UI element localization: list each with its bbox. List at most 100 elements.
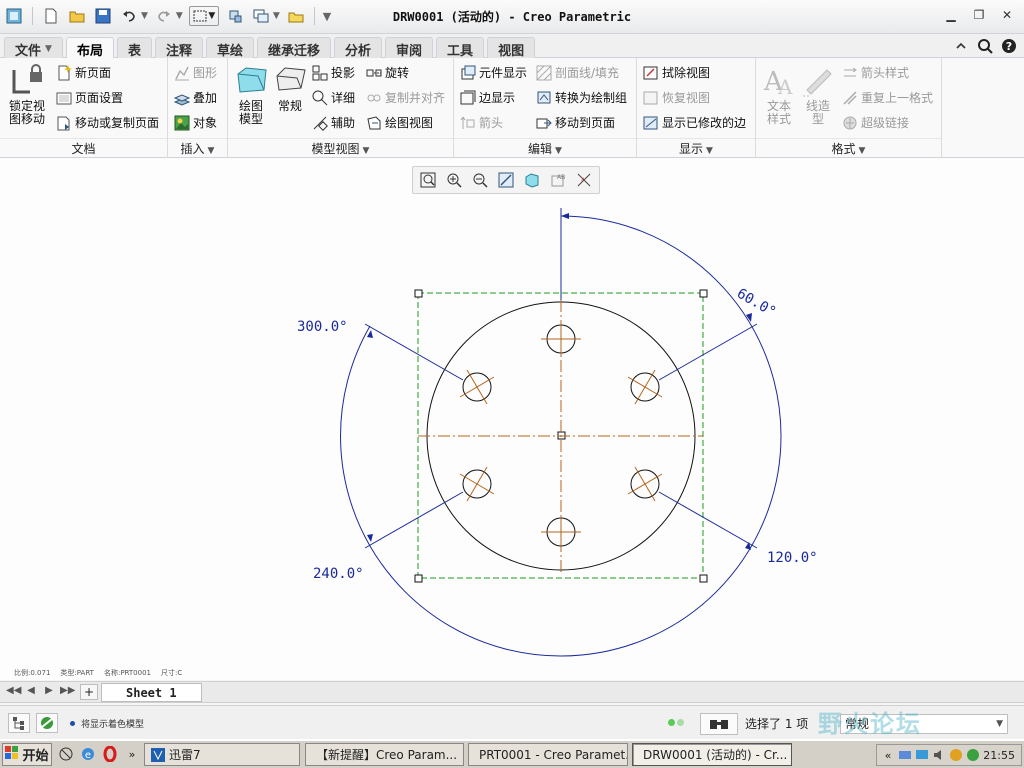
window-title: DRW0001 (活动的) - Creo Parametric	[392, 10, 632, 24]
next-sheet-icon[interactable]: ▶	[42, 685, 56, 696]
move-to-page-button[interactable]: 移动到页面	[536, 114, 615, 131]
dimension-240[interactable]: 240.0°	[313, 566, 364, 582]
update-icon[interactable]	[966, 748, 980, 762]
volume-icon[interactable]	[932, 748, 946, 762]
hyperlink-button[interactable]: 超级链接	[842, 114, 909, 131]
security-icon[interactable]	[949, 748, 963, 762]
text-style-button[interactable]: AA 文本 样式	[760, 64, 798, 126]
opera-icon[interactable]	[101, 745, 119, 763]
xhatch-button[interactable]: 剖面线/填充	[536, 64, 619, 81]
dimension-300[interactable]: 300.0°	[297, 319, 348, 335]
group-label-document: 文档	[0, 138, 167, 156]
network-icon[interactable]	[898, 748, 912, 762]
line-style-button[interactable]: 线造 型	[800, 64, 836, 126]
sheet-tab-1[interactable]: Sheet 1	[101, 683, 202, 702]
rotate-label: 旋转	[385, 66, 410, 80]
object-button[interactable]: 对象	[174, 114, 217, 131]
tab-tools[interactable]: 工具	[436, 37, 485, 59]
graph-button[interactable]: 图形	[174, 64, 217, 81]
tab-analysis[interactable]: 分析	[334, 37, 383, 59]
move-to-page-label: 移动到页面	[555, 116, 616, 130]
detail-button[interactable]: 详细	[312, 89, 355, 106]
dimension-60[interactable]: 60.0°	[734, 286, 779, 321]
general-view-label: 常规	[277, 99, 302, 113]
copy-align-button[interactable]: 复制并对齐	[366, 89, 445, 106]
repeat-format-button[interactable]: 重复上一格式	[842, 89, 933, 106]
group-label-format[interactable]: 格式 ▼	[756, 138, 941, 156]
minimize-icon[interactable]: ▁	[940, 6, 962, 24]
show-modified-edges-button[interactable]: 显示已修改的边	[643, 114, 746, 131]
prev-sheet-icon[interactable]: ◀	[24, 685, 38, 696]
group-label-edit[interactable]: 编辑 ▼	[454, 138, 636, 156]
edge-display-button[interactable]: 边显示	[460, 89, 515, 106]
ie-icon[interactable]: e	[79, 745, 97, 763]
projection-button[interactable]: 投影	[312, 64, 355, 81]
restore-icon[interactable]: ❐	[968, 6, 990, 24]
first-sheet-icon[interactable]: ◀◀	[6, 685, 21, 696]
browser-icon[interactable]	[36, 713, 58, 733]
tab-table[interactable]: 表	[116, 37, 152, 59]
group-label-display[interactable]: 显示 ▼	[637, 138, 755, 156]
model-tree-icon[interactable]	[8, 713, 30, 733]
tab-view[interactable]: 视图	[487, 37, 536, 59]
handle[interactable]	[414, 289, 423, 298]
tab-review[interactable]: 审阅	[385, 37, 434, 59]
start-button[interactable]: 开始	[2, 743, 52, 766]
name-text: 名称:PRT0001	[103, 669, 151, 677]
taskbar-item-label: 迅雷7	[169, 748, 201, 762]
tab-sketch[interactable]: 草绘	[205, 37, 254, 59]
taskbar-item-drw0001[interactable]: DRW0001 (活动的) - Cr...	[632, 743, 792, 766]
drawing-sheet[interactable]: 300.0° 60.0° 240.0° 120.0°	[0, 158, 1024, 668]
rotate-button[interactable]: 旋转	[366, 64, 409, 81]
taskbar-item-prt0001[interactable]: PRT0001 - Creo Paramet...	[468, 743, 628, 766]
tab-layout[interactable]: 布局	[65, 37, 114, 59]
new-page-button[interactable]: 新页面	[56, 64, 111, 81]
chevron-down-icon: ▼	[706, 146, 713, 156]
component-display-button[interactable]: 元件显示	[460, 64, 527, 81]
overlay-button[interactable]: 叠加	[174, 89, 217, 106]
hyperlink-label: 超级链接	[861, 116, 910, 130]
group-label-insert[interactable]: 插入 ▼	[168, 138, 227, 156]
page-setup-button[interactable]: 页面设置	[56, 89, 123, 106]
add-sheet-button[interactable]: +	[80, 684, 98, 700]
tab-label: 草绘	[216, 43, 243, 59]
arrow-icon	[460, 115, 476, 131]
collapse-ribbon-icon[interactable]	[952, 37, 970, 55]
smart-filter-button[interactable]	[700, 713, 738, 735]
more-icon[interactable]: »	[123, 745, 141, 763]
resume-view-label: 恢复视图	[662, 91, 711, 105]
arrow-style-button[interactable]: 箭头样式	[842, 64, 909, 81]
arrow-button[interactable]: 箭头	[460, 114, 503, 131]
handle[interactable]	[699, 574, 708, 583]
drawing-model-button[interactable]: 绘图 模型	[232, 64, 270, 126]
extension-line	[364, 323, 464, 381]
chevron-down-icon: ▼	[858, 146, 866, 156]
convert-to-draw-group-button[interactable]: 转换为绘制组	[536, 89, 627, 106]
tab-annotate[interactable]: 注释	[154, 37, 203, 59]
drawing-view-button[interactable]: 绘图视图	[366, 114, 433, 131]
lock-view-movement-button[interactable]: 锁定视 图移动	[6, 64, 48, 126]
tab-file[interactable]: 文件 ▼	[4, 37, 63, 59]
resume-view-button[interactable]: 恢复视图	[643, 89, 710, 106]
auxiliary-button[interactable]: 辅助	[312, 114, 355, 131]
handle[interactable]	[414, 574, 423, 583]
last-sheet-icon[interactable]: ▶▶	[60, 685, 75, 696]
show-desktop-icon[interactable]	[57, 745, 75, 763]
creo-window: ▼ ▼ ▼ ▼ ▼ DRW0001 (活动的) - Creo Parametri…	[0, 0, 1024, 768]
expand-tray-icon[interactable]: «	[881, 748, 895, 762]
ribbon-tabs: 文件 ▼ 布局 表 注释 草绘 继承迁移 分析 审阅 工具 视图	[4, 37, 536, 59]
taskbar-item-forum[interactable]: 【新提醒】Creo Param...	[305, 743, 464, 766]
taskbar-item-thunder[interactable]: 迅雷7	[144, 743, 300, 766]
drawing-model-label-2: 模型	[238, 112, 263, 126]
move-copy-page-button[interactable]: 移动或复制页面	[56, 114, 159, 131]
group-label-model-views[interactable]: 模型视图 ▼	[228, 138, 453, 156]
general-view-button[interactable]: 常规	[272, 64, 308, 113]
dimension-120[interactable]: 120.0°	[767, 550, 818, 566]
tab-legacy-migration[interactable]: 继承迁移	[257, 37, 332, 59]
help-icon[interactable]: ?	[1000, 37, 1018, 55]
handle[interactable]	[699, 289, 708, 298]
search-icon[interactable]	[976, 37, 994, 55]
close-icon[interactable]: ✕	[996, 6, 1018, 24]
erase-view-button[interactable]: 拭除视图	[643, 64, 710, 81]
display-icon[interactable]	[915, 748, 929, 762]
